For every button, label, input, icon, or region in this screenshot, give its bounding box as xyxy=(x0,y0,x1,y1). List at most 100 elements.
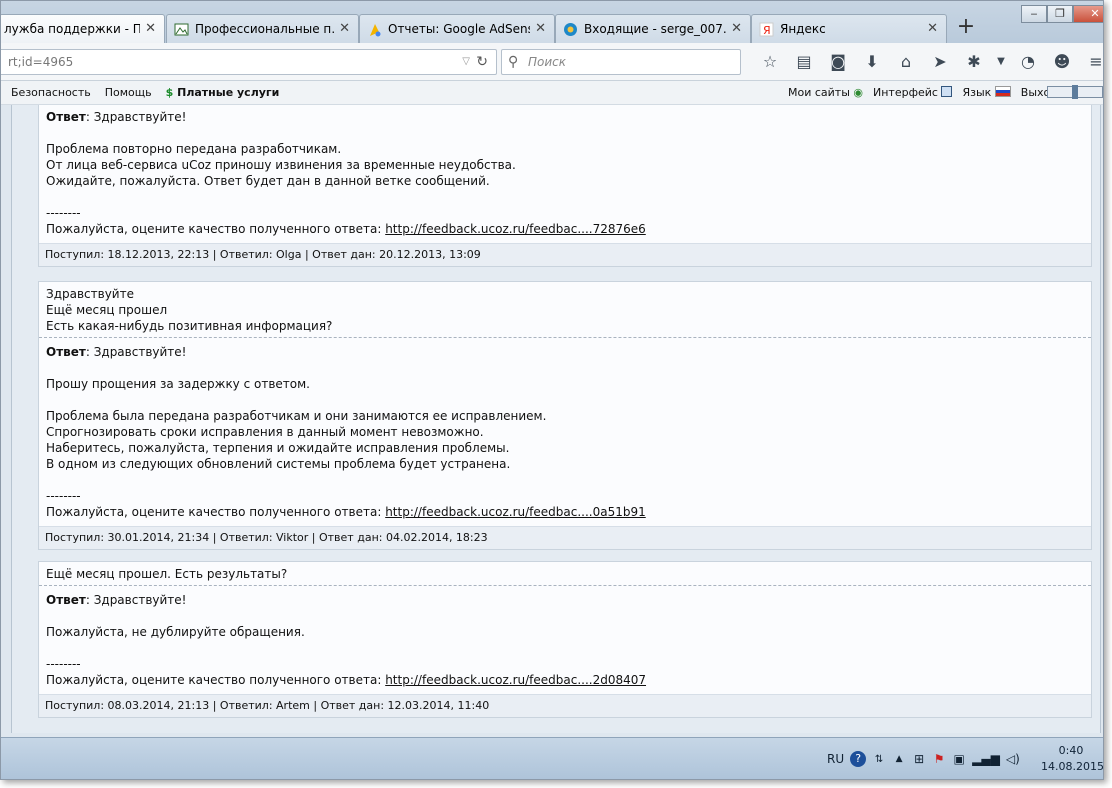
help-link[interactable]: Помощь xyxy=(105,81,152,104)
russia-flag-icon xyxy=(994,86,1011,97)
smiley-icon[interactable]: ☻ xyxy=(1045,50,1079,74)
rate-text: Пожалуйста, оцените качество полученного… xyxy=(46,505,386,519)
answer-line: Прошу прощения за задержку с ответом. xyxy=(46,377,310,391)
reload-icon[interactable]: ↻ xyxy=(476,50,488,74)
clock[interactable]: 0:40 14.08.2015 xyxy=(1041,743,1103,775)
search-input[interactable]: ⚲ Поиск xyxy=(501,49,741,75)
tab-title: Яндекс xyxy=(780,22,826,36)
clock-time: 0:40 xyxy=(1058,744,1084,757)
extension-icon[interactable]: ✱ xyxy=(957,50,991,74)
window-controls: ‒ ❐ ✕ xyxy=(1021,5,1103,25)
question-line: Ещё месяц прошел. Есть результаты? xyxy=(46,567,288,581)
tab-adsense[interactable]: Отчеты: Google AdSense ✕ xyxy=(359,14,555,43)
feedback-link[interactable]: http://feedback.ucoz.ru/feedbac....0a51b… xyxy=(385,505,646,519)
send-icon[interactable]: ➤ xyxy=(923,50,957,74)
panel-slider[interactable] xyxy=(1047,85,1103,99)
answer-line xyxy=(46,472,1084,488)
history-icon[interactable]: ◔ xyxy=(1011,50,1045,74)
language-indicator[interactable]: RU xyxy=(827,752,844,766)
help-icon[interactable]: ? xyxy=(850,751,867,767)
action-center-icon[interactable]: ⚑ xyxy=(932,752,946,766)
tab-mail[interactable]: Входящие - serge_007.p… ✕ xyxy=(555,14,751,43)
feedback-link[interactable]: http://feedback.ucoz.ru/feedbac....2d084… xyxy=(385,673,646,687)
language-link[interactable]: Язык xyxy=(962,81,1011,104)
maximize-button[interactable]: ❐ xyxy=(1047,5,1073,23)
clipboard-icon[interactable]: ▤ xyxy=(787,50,821,74)
security-link[interactable]: Безопасность xyxy=(11,81,91,104)
paid-services-link[interactable]: $ Платные услуги xyxy=(166,81,280,104)
language-label: Язык xyxy=(962,86,992,99)
tab-title: лужба поддержки - П… xyxy=(4,22,140,36)
interface-link[interactable]: Интерфейс xyxy=(873,81,953,104)
close-tab-icon[interactable]: ✕ xyxy=(339,15,350,43)
tab-title: Профессиональные п… xyxy=(195,22,334,36)
url-bar[interactable]: rt;id=4965 ▽ ↻ xyxy=(1,49,497,75)
volume-icon[interactable]: ◁) xyxy=(1006,752,1020,766)
show-hidden-icons[interactable]: ▲ xyxy=(892,754,906,764)
dollar-icon: $ xyxy=(165,86,174,99)
image-icon xyxy=(174,23,189,36)
question-line: Ещё месяц прошел xyxy=(46,303,168,317)
slider-knob[interactable] xyxy=(1072,85,1078,99)
search-placeholder: Поиск xyxy=(528,55,567,69)
answer-line xyxy=(46,392,1084,408)
updown-icon[interactable]: ⇅ xyxy=(872,754,886,765)
tab-title: Отчеты: Google AdSense xyxy=(388,22,530,36)
answer-line: Наберитесь, пожалуйста, терпения и ожида… xyxy=(46,441,510,455)
answer-label: Ответ xyxy=(46,345,86,359)
close-tab-icon[interactable]: ✕ xyxy=(145,15,156,43)
ticket-message: Ещё месяц прошел. Есть результаты? Ответ… xyxy=(38,561,1092,718)
network-icon[interactable]: ▂▄▆ xyxy=(972,752,1000,766)
power-icon[interactable]: ▣ xyxy=(952,752,966,766)
tab-yandex[interactable]: Я Яндекс ✕ xyxy=(751,14,947,43)
navigation-toolbar: rt;id=4965 ▽ ↻ ⚲ Поиск ☆ ▤ ◙ ⬇ ⌂ ➤ ✱ ▼ ◔… xyxy=(1,43,1103,81)
tab-strip: лужба поддержки - П… ✕ Профессиональные … xyxy=(1,1,1103,44)
windows-flag-icon[interactable]: ⊞ xyxy=(912,752,926,766)
answer-line: Пожалуйста, не дублируйте обращения. xyxy=(46,625,305,639)
adsense-icon xyxy=(370,24,381,37)
answer-line: : Здравствуйте! xyxy=(85,593,187,607)
answer-line xyxy=(46,360,1084,376)
rate-text: Пожалуйста, оцените качество полученного… xyxy=(46,673,386,687)
system-tray: RU ? ⇅ ▲ ⊞ ⚑ ▣ ▂▄▆ ◁) xyxy=(827,746,1020,772)
feedback-link[interactable]: http://feedback.ucoz.ru/feedbac....72876… xyxy=(385,222,646,236)
search-icon: ⚲ xyxy=(508,54,519,70)
ticket-message: Здравствуйте Ещё месяц прошел Есть какая… xyxy=(38,281,1092,550)
answer-block: Ответ: Здравствуйте! Прошу прощения за з… xyxy=(39,337,1091,526)
home-icon[interactable]: ⌂ xyxy=(889,50,923,74)
answer-line: : Здравствуйте! xyxy=(85,345,187,359)
answer-line: -------- xyxy=(46,657,81,671)
answer-line: Ожидайте, пожалуйста. Ответ будет дан в … xyxy=(46,174,490,188)
download-icon[interactable]: ⬇ xyxy=(855,50,889,74)
tab-support[interactable]: лужба поддержки - П… ✕ xyxy=(1,14,165,44)
close-tab-icon[interactable]: ✕ xyxy=(731,15,742,43)
svg-text:Я: Я xyxy=(763,24,771,37)
url-dropdown-icon[interactable]: ▽ xyxy=(462,50,470,74)
answer-block: Ответ: Здравствуйте! Пожалуйста, не дубл… xyxy=(39,585,1091,694)
answer-line: В одном из следующих обновлений системы … xyxy=(46,457,511,471)
close-tab-icon[interactable]: ✕ xyxy=(927,15,938,43)
tab-title: Входящие - serge_007.p… xyxy=(584,22,726,36)
question-line: Есть какая-нибудь позитивная информация? xyxy=(46,319,333,333)
chevron-down-icon[interactable]: ▼ xyxy=(991,50,1011,74)
close-window-button[interactable]: ✕ xyxy=(1073,5,1103,23)
answer-line xyxy=(46,189,1084,205)
site-panel-bar: Безопасность Помощь $ Платные услуги Мои… xyxy=(1,81,1103,105)
minimize-button[interactable]: ‒ xyxy=(1021,5,1047,23)
globe-icon: ◉ xyxy=(853,86,864,99)
answer-line: -------- xyxy=(46,489,81,503)
new-tab-button[interactable]: + xyxy=(951,14,981,42)
my-sites-link[interactable]: Мои сайты ◉ xyxy=(788,81,863,104)
answer-line: -------- xyxy=(46,206,81,220)
tab-professional[interactable]: Профессиональные п… ✕ xyxy=(166,14,359,43)
close-tab-icon[interactable]: ✕ xyxy=(535,15,546,43)
pocket-icon[interactable]: ◙ xyxy=(821,50,855,74)
ticket-thread: Ответ: Здравствуйте! Проблема повторно п… xyxy=(11,105,1101,733)
answer-line: Спрогнозировать сроки исправления в данн… xyxy=(46,425,484,439)
bookmark-star-icon[interactable]: ☆ xyxy=(753,50,787,74)
answer-block: Ответ: Здравствуйте! Проблема повторно п… xyxy=(39,105,1091,243)
menu-icon[interactable]: ≡ xyxy=(1079,50,1103,74)
my-sites-label: Мои сайты xyxy=(788,86,850,99)
interface-label: Интерфейс xyxy=(873,86,938,99)
taskbar: RU ? ⇅ ▲ ⊞ ⚑ ▣ ▂▄▆ ◁) 0:40 14.08.2015 xyxy=(1,737,1103,779)
